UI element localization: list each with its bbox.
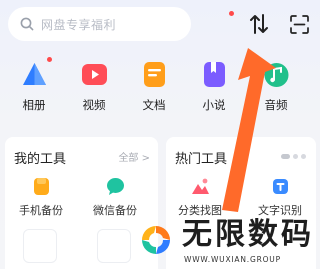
document-icon xyxy=(141,61,168,88)
watermark-title: 无限数码 xyxy=(182,217,314,252)
badge-dot xyxy=(46,57,52,62)
empty-tool-slot xyxy=(97,229,131,263)
category-document[interactable]: 文档 xyxy=(131,61,177,113)
search-bar[interactable]: 网盘专享福利 xyxy=(8,7,191,41)
category-label: 相册 xyxy=(22,98,46,112)
photo-album-icon xyxy=(21,57,52,88)
hot-tools-title: 热门工具 xyxy=(175,152,228,167)
category-audio[interactable]: 音频 xyxy=(253,61,299,113)
video-icon xyxy=(81,61,108,88)
novel-icon xyxy=(201,61,228,88)
category-novel[interactable]: 小说 xyxy=(191,61,237,113)
text-recognition-icon xyxy=(271,177,290,196)
search-placeholder: 网盘专享福利 xyxy=(41,17,117,32)
scan-icon[interactable] xyxy=(290,15,309,34)
tool-image-category[interactable]: 分类找图 xyxy=(170,177,230,218)
category-label: 文档 xyxy=(142,98,166,112)
empty-tool-slot xyxy=(23,229,57,263)
watermark-url: WWW.WUXIAN.GROUP xyxy=(184,255,281,264)
category-label: 视频 xyxy=(82,98,106,112)
transfer-arrows-icon[interactable] xyxy=(249,13,269,35)
watermark-logo-icon xyxy=(142,226,170,254)
carousel-indicator xyxy=(281,154,306,159)
my-tools-title: 我的工具 xyxy=(14,152,67,167)
search-icon xyxy=(20,17,34,31)
notification-dot xyxy=(229,11,234,16)
category-label: 音频 xyxy=(264,98,288,112)
category-label: 小说 xyxy=(202,98,226,112)
audio-icon xyxy=(263,61,290,88)
phone-backup-icon xyxy=(32,177,51,196)
category-photo-album[interactable]: 相册 xyxy=(11,57,57,113)
view-all-link[interactable]: 全部 > xyxy=(118,149,150,164)
tool-phone-backup[interactable]: 手机备份 xyxy=(11,177,71,218)
tool-label: 手机备份 xyxy=(19,204,63,217)
watermark: 无限数码 WWW.WUXIAN.GROUP xyxy=(134,213,317,269)
tool-text-recognition[interactable]: 文字识别 xyxy=(250,177,310,218)
category-video[interactable]: 视频 xyxy=(71,61,117,113)
wechat-backup-icon xyxy=(106,177,125,196)
image-category-icon xyxy=(191,177,210,196)
tool-wechat-backup[interactable]: 微信备份 xyxy=(85,177,145,218)
